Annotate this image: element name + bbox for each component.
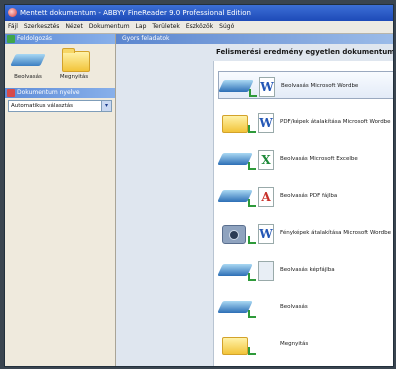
arrow-icon <box>249 89 257 97</box>
task-item[interactable]: Beolvasás <box>218 293 393 321</box>
title-bar: Mentett dokumentum - ABBYY FineReader 9.… <box>5 5 393 21</box>
menu-view[interactable]: Nézet <box>62 21 85 33</box>
source-icon <box>222 225 246 244</box>
task-list: W Beolvasás Microsoft Wordbe W PDF/képek át… <box>213 61 393 366</box>
target-document-icon: A <box>258 187 274 207</box>
language-value: Automatikus választás <box>11 103 73 109</box>
target-document-icon: W <box>259 77 275 97</box>
task-item[interactable]: W Beolvasás Microsoft Wordbe <box>218 71 393 99</box>
open-tile-label: Megnyitás <box>59 74 89 80</box>
target-document-icon: W <box>258 113 274 133</box>
sidebar-header-label: Feldolgozás <box>17 35 53 42</box>
language-header: Dokumentum nyelve <box>5 88 115 98</box>
app-window: Mentett dokumentum - ABBYY FineReader 9.… <box>4 4 394 367</box>
source-icon <box>222 337 248 355</box>
menu-tools[interactable]: Eszközök <box>183 21 216 33</box>
arrow-icon <box>248 236 256 244</box>
arrow-icon <box>248 310 256 318</box>
photo-to-word-icon: W <box>220 221 274 245</box>
sidebar: Feldolgozás Beolvasás Megnyitás Dokument… <box>5 34 116 366</box>
task-item[interactable]: W Fényképek átalakítása Microsoft Wordbe <box>218 219 393 247</box>
task-label: Beolvasás képfájlba <box>280 267 335 273</box>
target-document-icon: W <box>258 224 274 244</box>
task-label: Fényképek átalakítása Microsoft Wordbe <box>280 230 391 236</box>
arrow-icon <box>248 273 256 281</box>
sidebar-tiles: Beolvasás Megnyitás <box>5 44 115 88</box>
scan-icon <box>218 295 274 319</box>
scan-to-image-icon <box>218 258 274 282</box>
process-icon <box>7 35 15 43</box>
open-icon <box>220 332 274 356</box>
scan-to-word-icon: W <box>219 74 275 98</box>
menu-help[interactable]: Súgó <box>216 21 237 33</box>
menu-document[interactable]: Dokumentum <box>86 21 133 33</box>
task-label: Beolvasás Microsoft Wordbe <box>281 83 359 89</box>
source-icon <box>222 115 248 133</box>
language-dropdown[interactable]: Automatikus választás ▾ <box>8 100 112 112</box>
arrow-icon <box>248 347 256 355</box>
target-document-icon: X <box>258 150 274 170</box>
main-header: Gyors feladatok <box>116 34 393 44</box>
menu-file[interactable]: Fájl <box>5 21 21 33</box>
chevron-down-icon[interactable]: ▾ <box>101 101 111 111</box>
main-pane: Gyors feladatok Felismerési eredmény egy… <box>116 34 393 366</box>
arrow-icon <box>248 199 256 207</box>
task-item[interactable]: W PDF/képek átalakítása Microsoft Wordbe <box>218 108 393 136</box>
task-label: Beolvasás PDF fájlba <box>280 193 338 199</box>
scan-to-excel-icon: X <box>218 147 274 171</box>
task-label: Beolvasás Microsoft Excelbe <box>280 156 358 162</box>
pdf-to-word-icon: W <box>220 110 274 134</box>
arrow-icon <box>248 125 256 133</box>
menu-bar: Fájl Szerkesztés Nézet Dokumentum Lap Terület… <box>5 21 393 34</box>
menu-edit[interactable]: Szerkesztés <box>21 21 63 33</box>
image-file-icon <box>258 261 274 281</box>
scan-tile-label: Beolvasás <box>14 74 42 80</box>
scanner-icon <box>10 54 46 66</box>
arrow-icon <box>248 162 256 170</box>
task-label: Beolvasás <box>280 304 308 310</box>
menu-areas[interactable]: Területek <box>149 21 182 33</box>
sidebar-header: Feldolgozás <box>5 34 115 44</box>
scan-to-pdf-icon: A <box>218 184 274 208</box>
task-label: PDF/képek átalakítása Microsoft Wordbe <box>280 119 391 125</box>
folder-icon <box>62 48 90 72</box>
app-icon <box>8 8 17 17</box>
task-item[interactable]: A Beolvasás PDF fájlba <box>218 182 393 210</box>
language-header-label: Dokumentum nyelve <box>17 89 80 96</box>
open-tile[interactable]: Megnyitás <box>53 48 95 80</box>
language-icon <box>7 89 15 97</box>
task-item[interactable]: Beolvasás képfájlba <box>218 256 393 284</box>
window-title: Mentett dokumentum - ABBYY FineReader 9.… <box>20 9 251 17</box>
task-title: Felismerési eredmény egyetlen dokumentum… <box>216 48 393 56</box>
task-item[interactable]: Megnyitás <box>218 330 393 358</box>
task-label: Megnyitás <box>280 341 309 347</box>
task-item[interactable]: X Beolvasás Microsoft Excelbe <box>218 145 393 173</box>
menu-page[interactable]: Lap <box>133 21 150 33</box>
scan-tile[interactable]: Beolvasás <box>7 48 49 80</box>
